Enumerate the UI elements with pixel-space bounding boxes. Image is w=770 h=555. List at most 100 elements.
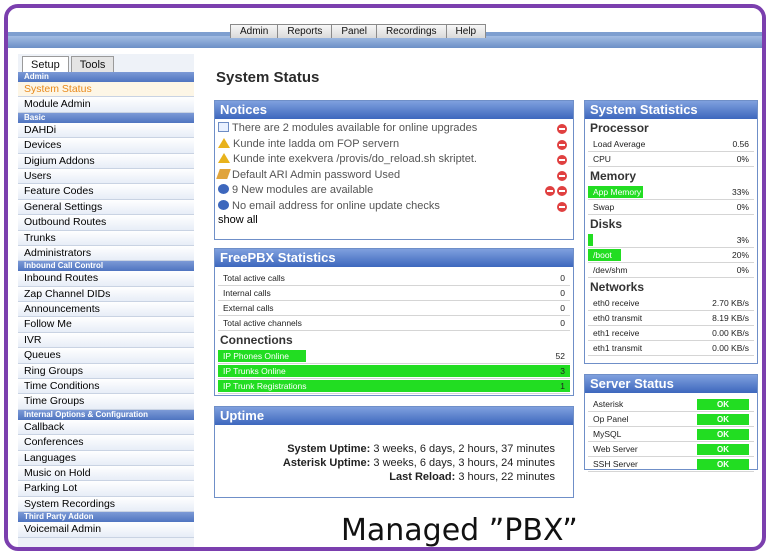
update-box-icon bbox=[218, 122, 229, 132]
disk-row-label: /boot bbox=[593, 250, 612, 260]
tab-reports[interactable]: Reports bbox=[277, 24, 333, 38]
delete-notice-icon[interactable] bbox=[557, 186, 567, 196]
sidebar-item-follow-me[interactable]: Follow Me bbox=[18, 317, 194, 333]
network-row-label: eth1 transmit bbox=[593, 343, 643, 353]
uptime-label: System Uptime: bbox=[287, 443, 371, 455]
delete-notice-icon[interactable] bbox=[557, 139, 567, 150]
processor-row-value: 0.56 bbox=[732, 139, 749, 149]
sidebar-item-module-admin[interactable]: Module Admin bbox=[18, 97, 194, 113]
network-row-value: 8.19 KB/s bbox=[712, 313, 749, 323]
slide-caption: Managed ”PBX” bbox=[341, 513, 578, 548]
disk-row-fill-bar bbox=[588, 234, 593, 246]
server-status-badge: OK bbox=[697, 398, 749, 410]
sidebar-tab-tools[interactable]: Tools bbox=[70, 56, 115, 72]
sidebar-item-voicemail-admin[interactable]: Voicemail Admin bbox=[18, 522, 194, 538]
server-name: Op Panel bbox=[593, 414, 629, 424]
sidebar-item-outbound-routes[interactable]: Outbound Routes bbox=[18, 215, 194, 231]
disk-row: /dev/shm 0% bbox=[588, 263, 754, 278]
sidebar-item-queues[interactable]: Queues bbox=[18, 348, 194, 364]
memory-row: App Memory 33% bbox=[588, 185, 754, 200]
sidebar-item-parking-lot[interactable]: Parking Lot bbox=[18, 481, 194, 497]
sidebar-item-administrators[interactable]: Administrators bbox=[18, 245, 194, 262]
server-status-row: Asterisk OK bbox=[588, 397, 754, 412]
delete-notice-icon[interactable] bbox=[545, 186, 555, 196]
server-status-row: MySQL OK bbox=[588, 427, 754, 442]
tab-admin[interactable]: Admin bbox=[230, 24, 279, 38]
connection-row-label: IP Phones Online bbox=[223, 351, 289, 361]
sidebar-item-devices[interactable]: Devices bbox=[18, 138, 194, 154]
notice-text: No email address for online update check… bbox=[232, 199, 440, 212]
freepbx-stat-row-value: 0 bbox=[560, 318, 565, 328]
notice-item: Kunde inte ladda om FOP servern bbox=[215, 137, 573, 153]
show-all-link[interactable]: show all bbox=[215, 214, 573, 226]
uptime-value: 3 hours, 22 minutes bbox=[458, 471, 555, 483]
sidebar-item-music-on-hold[interactable]: Music on Hold bbox=[18, 465, 194, 482]
disks-rows: 3% /boot 20% /dev/shm 0% bbox=[585, 233, 757, 278]
system-stats-title: System Statistics bbox=[585, 101, 757, 119]
top-tabs: Admin Reports Panel Recordings Help bbox=[230, 24, 487, 38]
sidebar-item-announcements[interactable]: Announcements bbox=[18, 302, 194, 318]
sidebar-section-header: Internal Options & Configuration bbox=[18, 409, 194, 420]
server-status-row: SSH Server OK bbox=[588, 457, 754, 472]
sidebar-item-inbound-routes[interactable]: Inbound Routes bbox=[18, 271, 194, 287]
delete-notice-icon[interactable] bbox=[557, 124, 567, 134]
sidebar-item-time-conditions[interactable]: Time Conditions bbox=[18, 379, 194, 395]
server-name: Web Server bbox=[593, 444, 638, 454]
delete-notice-icon[interactable] bbox=[557, 155, 567, 165]
sidebar-item-digium-addons[interactable]: Digium Addons bbox=[18, 153, 194, 169]
freepbx-stats-rows: Total active calls 0 Internal calls 0 Extern… bbox=[215, 267, 573, 331]
memory-row-value: 33% bbox=[731, 187, 749, 197]
delete-notice-icon[interactable] bbox=[557, 170, 567, 181]
notice-item: There are 2 modules available for online… bbox=[215, 121, 573, 137]
sidebar-item-ivr[interactable]: IVR bbox=[18, 332, 194, 349]
connection-row: IP Trunks Online 3 bbox=[218, 364, 570, 379]
sidebar-item-users[interactable]: Users bbox=[18, 168, 194, 185]
sidebar-item-ring-groups[interactable]: Ring Groups bbox=[18, 363, 194, 380]
tab-help[interactable]: Help bbox=[445, 24, 487, 38]
freepbx-stat-row-label: External calls bbox=[223, 303, 274, 313]
top-navigation: Admin Reports Panel Recordings Help bbox=[8, 8, 762, 48]
sidebar-item-system-status[interactable]: System Status bbox=[18, 82, 194, 98]
pencil-icon bbox=[216, 168, 231, 179]
info-icon bbox=[218, 184, 229, 194]
freepbx-stat-row: External calls 0 bbox=[218, 301, 570, 316]
networks-heading: Networks bbox=[590, 280, 645, 294]
sidebar-item-languages[interactable]: Languages bbox=[18, 450, 194, 466]
notice-item: No email address for online update check… bbox=[215, 199, 573, 215]
sidebar-tab-setup[interactable]: Setup bbox=[22, 56, 69, 72]
freepbx-stats-panel: FreePBX Statistics Total active calls 0 In… bbox=[214, 248, 574, 396]
memory-row: Swap 0% bbox=[588, 200, 754, 215]
connection-row-value: 52 bbox=[555, 351, 565, 361]
sidebar-item-dahdi[interactable]: DAHDi bbox=[18, 122, 194, 139]
disk-row-value: 0% bbox=[736, 265, 749, 275]
sidebar-item-feature-codes[interactable]: Feature Codes bbox=[18, 184, 194, 200]
network-row: eth0 transmit 8.19 KB/s bbox=[588, 311, 754, 326]
sidebar-item-general-settings[interactable]: General Settings bbox=[18, 199, 194, 216]
sidebar-item-conferences[interactable]: Conferences bbox=[18, 435, 194, 451]
freepbx-stat-row-value: 0 bbox=[560, 273, 565, 283]
uptime-panel: Uptime System Uptime: 3 weeks, 6 days, 2… bbox=[214, 406, 574, 498]
memory-row-label: Swap bbox=[593, 202, 615, 212]
server-name: Asterisk bbox=[593, 399, 624, 409]
disk-row: 3% bbox=[588, 233, 754, 248]
freepbx-stat-row-value: 0 bbox=[560, 288, 565, 298]
tab-recordings[interactable]: Recordings bbox=[375, 24, 447, 38]
connections-rows: IP Phones Online 52 IP Trunks Online 3 IP Tr… bbox=[215, 349, 573, 394]
memory-rows: App Memory 33% Swap 0% bbox=[585, 185, 757, 215]
notice-text: 9 New modules are available bbox=[232, 184, 374, 196]
uptime-label: Last Reload: bbox=[389, 471, 456, 483]
processor-heading: Processor bbox=[590, 121, 649, 135]
sidebar-section-header: Third Party Addon bbox=[18, 512, 194, 523]
delete-notice-icon[interactable] bbox=[557, 201, 567, 212]
sidebar-item-callback[interactable]: Callback bbox=[18, 419, 194, 436]
sidebar-item-time-groups[interactable]: Time Groups bbox=[18, 394, 194, 410]
network-row-value: 2.70 KB/s bbox=[712, 298, 749, 308]
sidebar-tabs: Setup Tools bbox=[18, 54, 194, 72]
sidebar-item-trunks[interactable]: Trunks bbox=[18, 230, 194, 246]
sidebar-item-zap-channel-dids[interactable]: Zap Channel DIDs bbox=[18, 286, 194, 303]
processor-rows: Load Average 0.56 CPU 0% bbox=[585, 137, 757, 167]
tab-panel[interactable]: Panel bbox=[331, 24, 377, 38]
network-row-value: 0.00 KB/s bbox=[712, 328, 749, 338]
freepbx-stats-title: FreePBX Statistics bbox=[215, 249, 573, 267]
sidebar-item-system-recordings[interactable]: System Recordings bbox=[18, 496, 194, 513]
